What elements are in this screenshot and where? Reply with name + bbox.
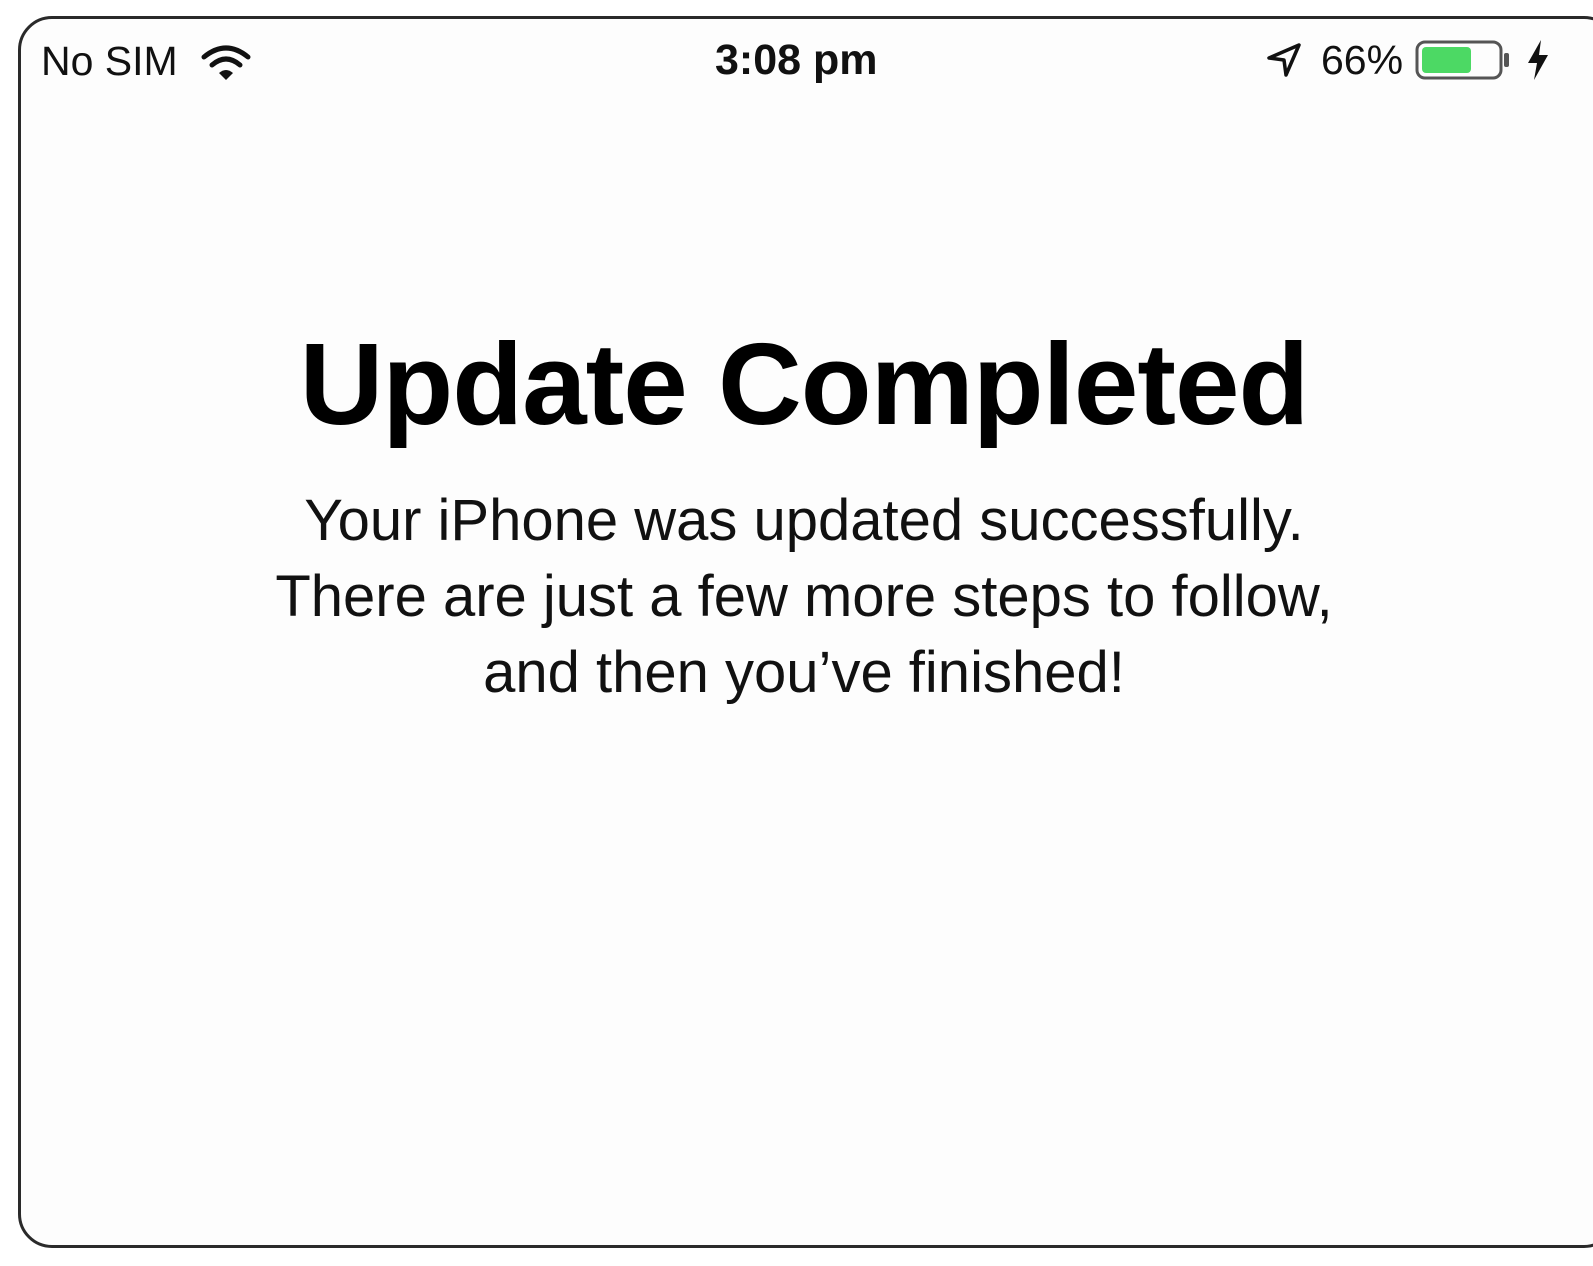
battery-icon: [1415, 40, 1510, 80]
message-line: There are just a few more steps to follo…: [275, 564, 1333, 629]
completion-message: Your iPhone was updated successfully. Th…: [154, 483, 1454, 711]
carrier-group: No SIM: [41, 37, 252, 85]
status-right-group: 66%: [1265, 35, 1551, 85]
message-line: Your iPhone was updated successfully.: [304, 488, 1304, 553]
carrier-label: No SIM: [41, 38, 178, 84]
status-time: 3:08 pm: [715, 36, 878, 84]
battery-percent: 66%: [1321, 37, 1404, 83]
status-bar: No SIM 3:08 pm 66%: [21, 19, 1593, 109]
page-title: Update Completed: [299, 319, 1310, 449]
update-completed-panel: Update Completed Your iPhone was updated…: [21, 319, 1587, 711]
location-arrow-icon: [1267, 43, 1301, 77]
phone-screen: No SIM 3:08 pm 66% Update Completed Your…: [18, 16, 1593, 1248]
message-line: and then you’ve finished!: [483, 640, 1125, 705]
charging-bolt-icon: [1528, 40, 1549, 80]
wifi-icon: [201, 45, 251, 80]
